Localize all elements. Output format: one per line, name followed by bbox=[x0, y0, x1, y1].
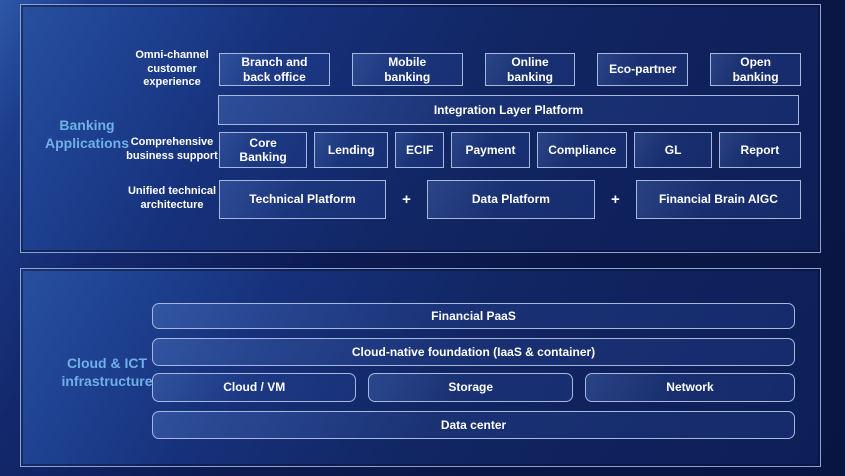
box-storage: Storage bbox=[368, 373, 572, 402]
omni-channel-boxes: Branch and back office Mobile banking On… bbox=[219, 53, 801, 86]
box-network: Network bbox=[585, 373, 795, 402]
box-data-platform: Data Platform bbox=[427, 180, 595, 219]
iaas-resources-row: Cloud / VM Storage Network bbox=[152, 373, 795, 402]
box-cloud-vm: Cloud / VM bbox=[152, 373, 356, 402]
box-integration-layer-platform: Integration Layer Platform bbox=[218, 95, 799, 125]
technical-architecture-row-label: Unified technical architecture bbox=[125, 185, 219, 213]
omni-channel-row-label: Omni-channel customer experience bbox=[125, 49, 219, 90]
banking-applications-panel: Banking Applications Omni-channel custom… bbox=[20, 4, 821, 253]
box-lending: Lending bbox=[314, 132, 388, 168]
plus-separator-1: + bbox=[386, 180, 427, 219]
business-support-row-label: Comprehensive business support bbox=[125, 136, 219, 164]
plus-separator-2: + bbox=[595, 180, 636, 219]
box-payment: Payment bbox=[451, 132, 530, 168]
cloud-stack: Financial PaaS Cloud-native foundation (… bbox=[152, 303, 795, 439]
box-technical-platform: Technical Platform bbox=[219, 180, 386, 219]
page-background: { "colors": { "background_navy": "#0A164… bbox=[0, 0, 845, 476]
box-core-banking: Core Banking bbox=[219, 132, 307, 168]
box-mobile-banking: Mobile banking bbox=[352, 53, 463, 86]
business-support-row: Comprehensive business support Core Bank… bbox=[125, 130, 801, 170]
box-ecif: ECIF bbox=[395, 132, 444, 168]
box-gl: GL bbox=[634, 132, 711, 168]
omni-channel-row: Omni-channel customer experience Branch … bbox=[125, 49, 801, 90]
box-cloud-native-foundation: Cloud-native foundation (IaaS & containe… bbox=[152, 338, 795, 366]
box-financial-brain-aigc: Financial Brain AIGC bbox=[636, 180, 801, 219]
technical-architecture-boxes: Technical Platform + Data Platform + Fin… bbox=[219, 180, 801, 219]
box-data-center: Data center bbox=[152, 411, 795, 439]
box-open-banking: Open banking bbox=[710, 53, 801, 86]
box-online-banking: Online banking bbox=[485, 53, 576, 86]
business-support-boxes: Core Banking Lending ECIF Payment Compli… bbox=[219, 132, 801, 168]
box-report: Report bbox=[719, 132, 801, 168]
box-financial-paas: Financial PaaS bbox=[152, 303, 795, 329]
cloud-ict-panel: Cloud & ICT infrastructure Financial Paa… bbox=[20, 268, 821, 467]
box-compliance: Compliance bbox=[537, 132, 627, 168]
box-branch-back-office: Branch and back office bbox=[219, 53, 330, 86]
technical-architecture-row: Unified technical architecture Technical… bbox=[125, 178, 801, 220]
box-eco-partner: Eco-partner bbox=[597, 53, 688, 86]
